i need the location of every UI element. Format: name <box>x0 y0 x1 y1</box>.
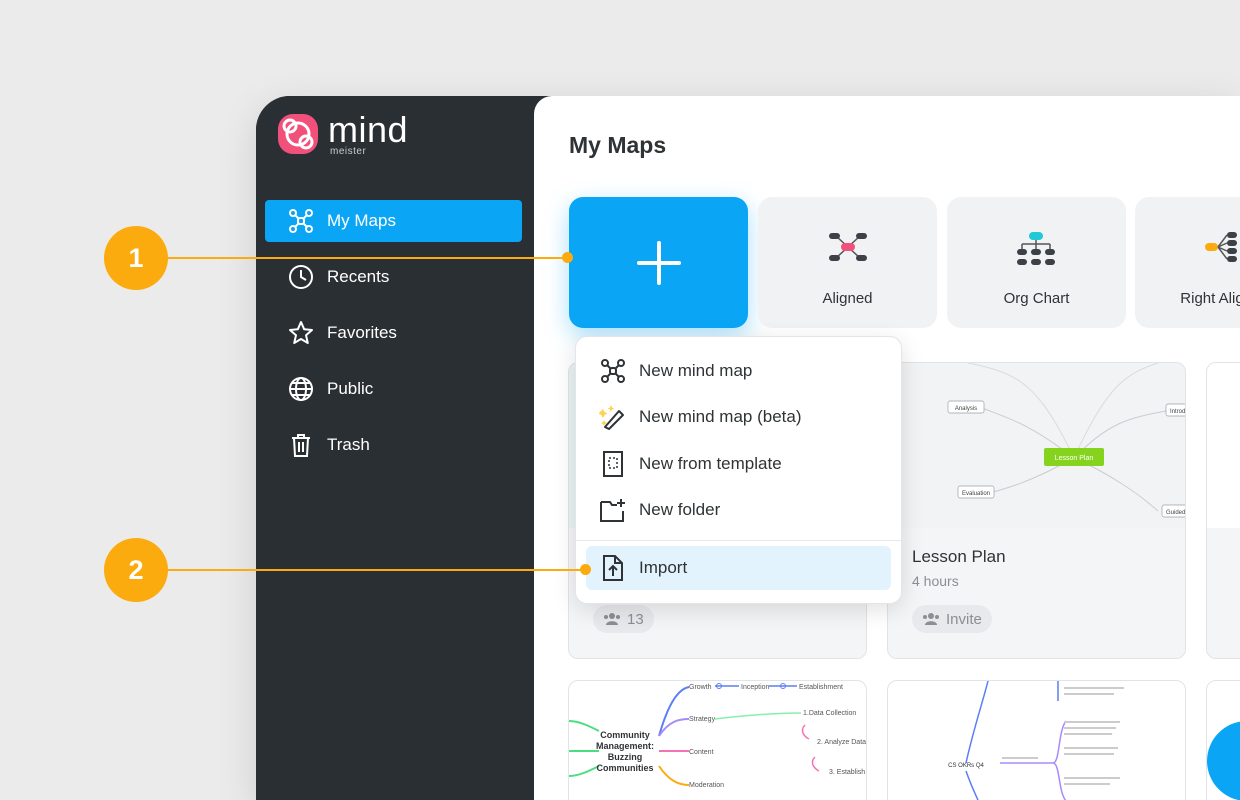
menu-item-label: New folder <box>639 500 721 519</box>
template-right-aligned[interactable]: Right Aligned <box>1135 197 1240 328</box>
callout-badge-1: 1 <box>104 226 168 290</box>
import-icon <box>598 553 628 583</box>
logo-word: mind <box>328 109 409 150</box>
sidebar-item-label: Public <box>327 379 374 398</box>
magic-wand-icon <box>598 402 628 432</box>
aligned-template-icon <box>829 233 867 261</box>
svg-text:Communities: Communities <box>596 763 653 773</box>
invite-label: Invite <box>946 610 982 628</box>
map-card-cs-okrs[interactable]: CS OKRs Q4 <box>887 680 1186 800</box>
logo[interactable]: mind meister <box>276 112 408 157</box>
page-title: My Maps <box>569 132 667 158</box>
sidebar-nav: My Maps Recents Favorites Public Trash <box>265 200 522 480</box>
thumb-node: Introd <box>1170 409 1185 415</box>
template-icon <box>598 449 628 479</box>
step-label: 3. Establish <box>829 769 865 776</box>
right-aligned-template-icon <box>1205 232 1237 262</box>
sidebar-item-my-maps[interactable]: My Maps <box>265 200 522 242</box>
card-title: Lesson Plan <box>912 547 1006 566</box>
sidebar: mind meister My Maps Recents Favorites P… <box>256 96 546 800</box>
sidebar-item-favorites[interactable]: Favorites <box>265 312 522 354</box>
sidebar-item-trash[interactable]: Trash <box>265 424 522 466</box>
chain-label: Establishment <box>799 684 843 691</box>
trash-icon <box>287 431 315 459</box>
sidebar-item-label: Favorites <box>327 323 397 342</box>
map-thumbnail: Analysis Evaluation Introd Guided Lesson… <box>888 363 1185 528</box>
members-count: 13 <box>627 610 644 628</box>
callout-badge-2: 2 <box>104 538 168 602</box>
create-map-button[interactable] <box>569 197 748 328</box>
mindmap-icon <box>598 356 628 386</box>
map-thumbnail: Community Management: Buzzing Communitie… <box>569 683 866 789</box>
org-chart-template-icon <box>1017 232 1055 265</box>
menu-item-new-folder[interactable]: New folder <box>586 488 891 532</box>
people-icon <box>604 613 620 625</box>
sidebar-item-recents[interactable]: Recents <box>265 256 522 298</box>
sidebar-item-label: Trash <box>327 435 370 454</box>
thumb-center-node: Lesson Plan <box>1055 455 1094 462</box>
menu-item-label: New mind map (beta) <box>639 407 802 426</box>
create-menu: New mind map New mind map (beta) New fro… <box>575 336 902 604</box>
callout-dot-1 <box>562 252 573 263</box>
map-thumbnail: CS OKRs Q4 <box>948 681 1124 800</box>
new-folder-icon <box>598 495 628 525</box>
callout-line-2 <box>166 569 586 571</box>
callout-dot-2 <box>580 564 591 575</box>
thumb-center-node: CS OKRs Q4 <box>948 763 984 769</box>
plus-icon <box>636 240 681 285</box>
sidebar-item-public[interactable]: Public <box>265 368 522 410</box>
template-label: Aligned <box>822 290 873 307</box>
branch-label: Strategy <box>689 716 716 723</box>
menu-item-label: New from template <box>639 454 782 473</box>
branch-label: Content <box>689 749 714 756</box>
template-aligned[interactable]: Aligned <box>758 197 937 328</box>
template-label: Right Aligned <box>1180 290 1240 307</box>
chain-label: Inception <box>741 684 770 691</box>
sidebar-item-label: Recents <box>327 267 390 286</box>
menu-divider <box>576 540 901 541</box>
branch-label: Growth <box>689 684 712 691</box>
svg-text:Management:: Management: <box>596 741 654 751</box>
card-time: 4 hours <box>912 573 959 589</box>
thumb-node: Evaluation <box>962 491 990 497</box>
clock-icon <box>287 263 315 291</box>
thumb-node: Analysis <box>955 406 977 412</box>
callout-line-1 <box>166 257 567 259</box>
thumb-node: Guided <box>1166 510 1185 516</box>
map-card-community[interactable]: Community Management: Buzzing Communitie… <box>568 680 867 800</box>
template-label: Org Chart <box>1003 290 1070 307</box>
map-card-partial[interactable] <box>1206 362 1240 659</box>
star-icon <box>287 319 315 347</box>
svg-text:Buzzing: Buzzing <box>608 752 643 762</box>
people-icon <box>923 613 939 625</box>
thumbnail-circle <box>1207 721 1240 800</box>
menu-item-new-from-template[interactable]: New from template <box>586 442 891 486</box>
mindmap-icon <box>287 207 315 235</box>
svg-text:Community: Community <box>600 730 650 740</box>
mindmeister-logo-icon <box>278 114 318 154</box>
globe-icon <box>287 375 315 403</box>
template-org-chart[interactable]: Org Chart <box>947 197 1126 328</box>
step-label: 2. Analyze Data <box>817 739 866 746</box>
map-thumbnail <box>1207 363 1240 528</box>
sidebar-item-label: My Maps <box>327 211 396 230</box>
branch-label: Moderation <box>689 782 724 789</box>
menu-item-new-mind-map[interactable]: New mind map <box>586 349 891 393</box>
menu-item-label: Import <box>639 558 688 577</box>
menu-item-label: New mind map <box>639 361 753 380</box>
menu-item-import[interactable]: Import <box>586 546 891 590</box>
step-label: 1.Data Collection <box>803 710 856 717</box>
members-chip[interactable]: 13 <box>593 605 654 633</box>
map-card-lesson-plan[interactable]: Analysis Evaluation Introd Guided Lesson… <box>887 362 1186 659</box>
map-card-partial-2[interactable] <box>1206 680 1240 800</box>
menu-item-new-mind-map-beta[interactable]: New mind map (beta) <box>586 395 891 439</box>
invite-chip[interactable]: Invite <box>912 605 992 633</box>
